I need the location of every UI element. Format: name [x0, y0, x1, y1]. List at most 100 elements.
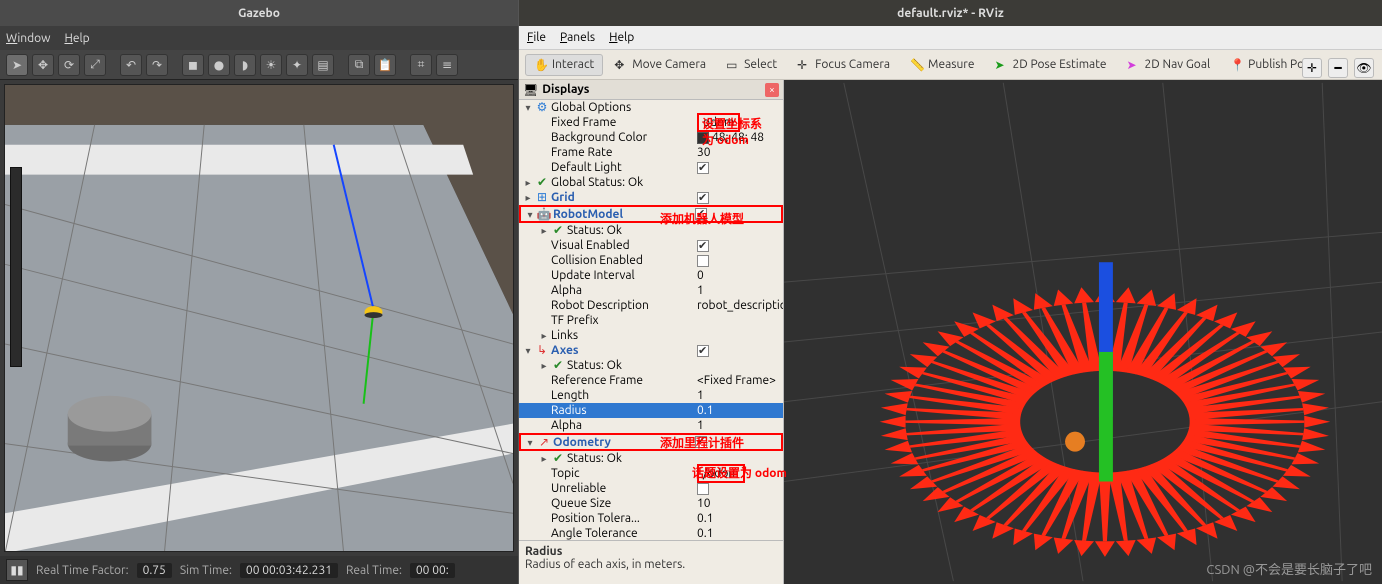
gazebo-viewport[interactable] [4, 84, 514, 552]
simtime-label: Sim Time: [180, 564, 232, 577]
tree-item-bg-color[interactable]: Background Color48; 48; 48 [519, 130, 783, 145]
tool-copy[interactable]: ⧉ [348, 54, 370, 76]
focus-icon: ✛ [797, 58, 811, 72]
realtime-value: 00 00: [410, 563, 455, 578]
menu-file[interactable]: File [527, 31, 546, 44]
pin-icon: 📍 [1230, 58, 1244, 72]
gazebo-menubar: WWindowindow HHelpelp [0, 26, 518, 50]
tree-item-queue-size[interactable]: Queue Size10 [519, 496, 783, 511]
tree-item-visual-enabled[interactable]: Visual Enabled [519, 238, 783, 253]
tree-item-tf-prefix[interactable]: TF Prefix [519, 313, 783, 328]
tool-select[interactable]: ▭Select [717, 54, 786, 76]
remove-view-button[interactable]: ━ [1328, 58, 1348, 78]
tool-focus-camera[interactable]: ✛Focus Camera [788, 54, 899, 76]
watermark: CSDN @不会是要长脑子了吧 [1206, 559, 1372, 578]
tool-rotate[interactable]: ⟳ [58, 54, 80, 76]
eye-icon[interactable]: 👁 [1354, 58, 1374, 78]
tree-item-ref-frame[interactable]: Reference Frame<Fixed Frame> [519, 373, 783, 388]
rviz-viewport[interactable] [784, 80, 1382, 584]
ruler-icon: 📏 [910, 58, 924, 72]
tool-cylinder[interactable]: ◗ [234, 54, 256, 76]
tool-snap[interactable]: ⌗ [410, 54, 432, 76]
checkbox[interactable] [697, 192, 709, 204]
rviz-window: default.rviz* - RViz File Panels Help ✋I… [518, 0, 1382, 584]
tool-align[interactable]: ≡ [436, 54, 458, 76]
tree-item-links[interactable]: ▸Links [519, 328, 783, 343]
move-icon: ✥ [614, 58, 628, 72]
tree-item-status-ok[interactable]: ▸✔Status: Ok [519, 223, 783, 238]
displays-tree[interactable]: ▾⚙Global Options Fixed Frameodom Backgro… [519, 100, 783, 540]
tool-undo[interactable]: ↶ [120, 54, 142, 76]
tool-light-dir[interactable]: ▤ [312, 54, 334, 76]
tool-interact[interactable]: ✋Interact [525, 54, 603, 76]
simtime-value: 00 00:03:42.231 [240, 563, 338, 578]
menu-help[interactable]: Help [609, 31, 634, 44]
gazebo-window: Gazebo WWindowindow HHelpelp ➤ ✥ ⟳ ⤢ ↶ ↷… [0, 0, 518, 584]
checkbox[interactable] [697, 255, 709, 267]
checkbox[interactable] [697, 240, 709, 252]
tree-item-robotmodel[interactable]: ▾🤖RobotModel [519, 205, 783, 223]
tree-item-alpha2[interactable]: Alpha1 [519, 418, 783, 433]
tool-2d-nav[interactable]: ➤2D Nav Goal [1118, 54, 1220, 76]
tool-light-point[interactable]: ☀ [260, 54, 282, 76]
checkbox[interactable] [695, 208, 707, 220]
gazebo-statusbar: ▮▮ Real Time Factor: 0.75 Sim Time: 00 0… [0, 556, 518, 584]
tool-move[interactable]: ✥ [32, 54, 54, 76]
gazebo-scene [5, 85, 513, 552]
checkbox[interactable] [697, 345, 709, 357]
rtf-value: 0.75 [137, 563, 172, 578]
tree-item-pos-tol[interactable]: Position Tolera...0.1 [519, 511, 783, 526]
tree-item-global-status[interactable]: ▸✔Global Status: Ok [519, 175, 783, 190]
tool-sphere[interactable]: ● [208, 54, 230, 76]
monitor-icon: 🖥 [523, 83, 538, 97]
tree-item-length[interactable]: Length1 [519, 388, 783, 403]
tree-item-odometry[interactable]: ▾↗Odometry [519, 433, 783, 451]
tool-2d-pose[interactable]: ➤2D Pose Estimate [985, 54, 1115, 76]
gazebo-toolbar: ➤ ✥ ⟳ ⤢ ↶ ↷ ◼ ● ◗ ☀ ✦ ▤ ⧉ 📋 ⌗ ≡ [0, 50, 518, 80]
rviz-toolbar: ✋Interact ✥Move Camera ▭Select ✛Focus Ca… [519, 50, 1382, 80]
tool-arrow[interactable]: ➤ [6, 54, 28, 76]
color-swatch [697, 132, 709, 144]
select-icon: ▭ [726, 58, 740, 72]
tree-item-ang-tol[interactable]: Angle Tolerance0.1 [519, 526, 783, 540]
checkbox[interactable] [697, 162, 709, 174]
arrow-icon: ➤ [1127, 58, 1141, 72]
tree-item-default-light[interactable]: Default Light [519, 160, 783, 175]
tool-move-camera[interactable]: ✥Move Camera [605, 54, 715, 76]
gazebo-title: Gazebo [0, 0, 518, 26]
realtime-label: Real Time: [346, 564, 402, 577]
tool-measure[interactable]: 📏Measure [901, 54, 983, 76]
menu-help[interactable]: HHelpelp [64, 32, 89, 45]
tool-paste[interactable]: 📋 [374, 54, 396, 76]
add-view-button[interactable]: ✛ [1302, 58, 1322, 78]
menu-window[interactable]: WWindowindow [6, 32, 50, 45]
tool-box[interactable]: ◼ [182, 54, 204, 76]
property-description: Radius Radius of each axis, in meters. [519, 540, 783, 584]
tree-item-robot-desc[interactable]: Robot Descriptionrobot_description [519, 298, 783, 313]
pause-button[interactable]: ▮▮ [6, 559, 28, 581]
tool-light-spot[interactable]: ✦ [286, 54, 308, 76]
arrow-icon: ➤ [994, 58, 1008, 72]
panel-title: Displays [542, 83, 589, 96]
gazebo-panel-tab[interactable] [10, 167, 22, 367]
tree-item-radius[interactable]: Radius0.1 [519, 403, 783, 418]
tree-item-fixed-frame[interactable]: Fixed Frameodom [519, 115, 783, 130]
tree-item-collision-enabled[interactable]: Collision Enabled [519, 253, 783, 268]
rtf-label: Real Time Factor: [36, 564, 129, 577]
close-icon[interactable]: × [765, 83, 779, 97]
tree-item-update-interval[interactable]: Update Interval0 [519, 268, 783, 283]
tool-scale[interactable]: ⤢ [84, 54, 106, 76]
checkbox[interactable] [697, 483, 709, 495]
tree-item-axes[interactable]: ▾↳Axes [519, 343, 783, 358]
menu-panels[interactable]: Panels [560, 31, 595, 44]
tree-item-topic[interactable]: Topic/odom [519, 466, 783, 481]
tree-item-alpha[interactable]: Alpha1 [519, 283, 783, 298]
tree-item-grid[interactable]: ▸⊞Grid [519, 190, 783, 205]
rviz-menubar: File Panels Help [519, 26, 1382, 50]
tree-item-unreliable[interactable]: Unreliable [519, 481, 783, 496]
tree-item-frame-rate[interactable]: Frame Rate30 [519, 145, 783, 160]
hand-icon: ✋ [534, 58, 548, 72]
tool-redo[interactable]: ↷ [146, 54, 168, 76]
checkbox[interactable] [695, 436, 707, 448]
tree-item-status-ok2[interactable]: ▸✔Status: Ok [519, 358, 783, 373]
